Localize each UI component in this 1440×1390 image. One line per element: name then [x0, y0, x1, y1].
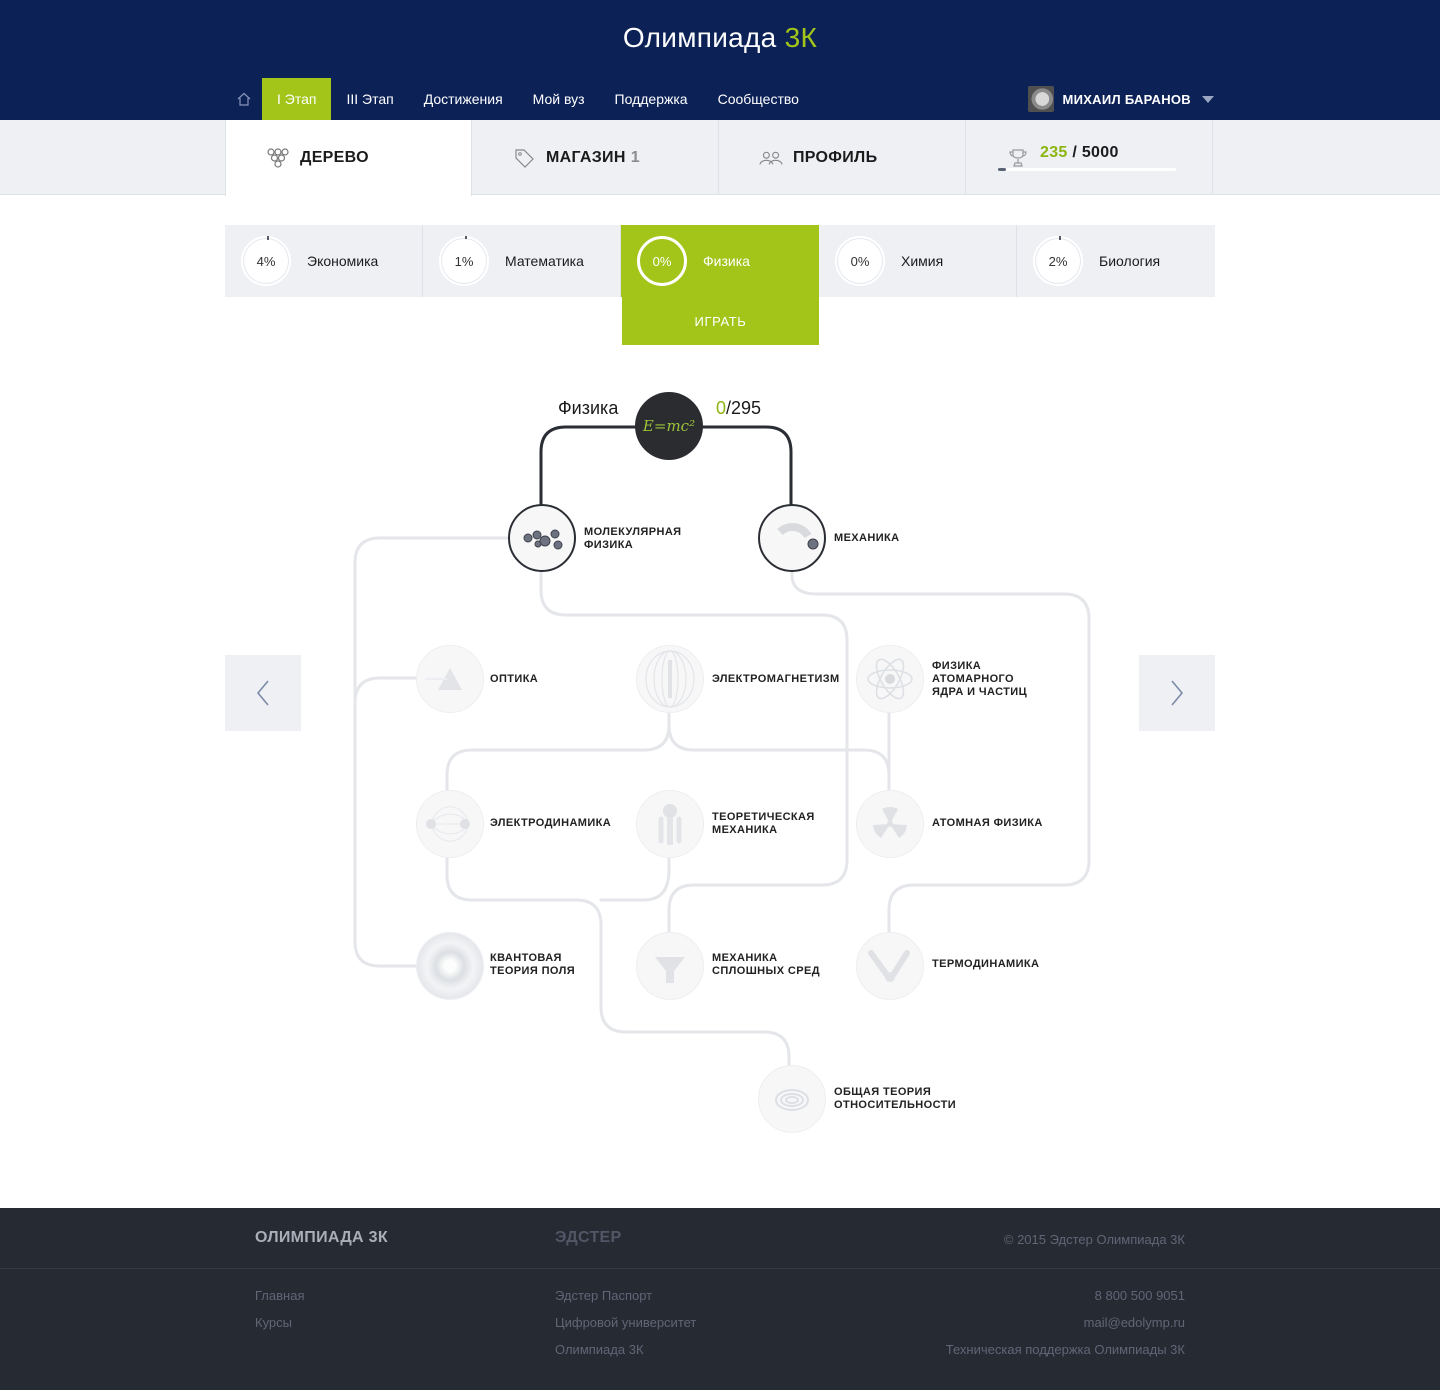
- node-mechanics[interactable]: [758, 504, 826, 572]
- radiation-icon: [873, 807, 907, 838]
- node-general-relativity[interactable]: [758, 1065, 826, 1133]
- root-total: /295: [726, 398, 762, 418]
- funnel-icon: [655, 957, 685, 983]
- tree-root-title: Физика: [558, 398, 619, 418]
- node-optics[interactable]: [416, 645, 484, 713]
- node-nuclear-physics[interactable]: [856, 645, 924, 713]
- node-label: Механика: [834, 532, 900, 544]
- prev-subject-button[interactable]: [225, 655, 301, 731]
- footer: ОЛИМПИАДА 3К ЭДСТЕР © 2015 Эдстер Олимпи…: [0, 1208, 1440, 1390]
- root-done: 0: [716, 398, 727, 418]
- molecules-icon: [523, 529, 563, 550]
- node-label: Физика атомарного ядра и частиц: [932, 660, 1028, 698]
- node-label: Электромагнетизм: [712, 673, 840, 685]
- node-label: Атомная физика: [932, 817, 1043, 829]
- footer-phone[interactable]: 8 800 500 9051: [1095, 1288, 1185, 1303]
- magnet-field-icon: [645, 650, 695, 708]
- node-molecular-physics[interactable]: [508, 504, 576, 572]
- node-label: Термодинамика: [932, 958, 1040, 970]
- chevron-right-icon: [1171, 680, 1184, 706]
- pistons-icon: [868, 950, 910, 982]
- tree-root-progress: 0/295: [716, 398, 761, 419]
- skill-tree-connections: [353, 425, 1091, 1067]
- formula-icon: E=mc²: [642, 417, 696, 435]
- node-theoretical-mechanics[interactable]: [636, 790, 704, 858]
- dipole-icon: [426, 806, 470, 842]
- node-continuum-mechanics[interactable]: [636, 932, 704, 1000]
- node-label: Оптика: [490, 673, 539, 685]
- footer-link-courses[interactable]: Курсы: [255, 1315, 292, 1330]
- chevron-left-icon: [256, 680, 269, 706]
- node-thermodynamics[interactable]: [856, 932, 924, 1000]
- footer-top: [0, 1208, 1440, 1269]
- atom-icon: [867, 658, 913, 700]
- footer-brand-olympiad[interactable]: ОЛИМПИАДА 3К: [255, 1229, 388, 1247]
- footer-link-olympiad[interactable]: Олимпиада 3К: [555, 1342, 644, 1357]
- node-label: Общая теория относительности: [834, 1086, 957, 1111]
- footer-email[interactable]: mail@edolymp.ru: [1084, 1315, 1185, 1330]
- footer-tech-support[interactable]: Техническая поддержка Олимпиады 3К: [946, 1342, 1185, 1357]
- spacetime-icon: [775, 1089, 809, 1111]
- node-label: Молекулярная физика: [584, 526, 682, 551]
- next-subject-button[interactable]: [1139, 655, 1215, 731]
- footer-link-digital-university[interactable]: Цифровой университет: [555, 1315, 696, 1330]
- prism-icon: [425, 668, 462, 690]
- node-electromagnetism[interactable]: [636, 645, 704, 713]
- footer-link-passport[interactable]: Эдстер Паспорт: [555, 1288, 652, 1303]
- node-label: Электродинамика: [490, 817, 612, 829]
- node-electrodynamics[interactable]: [416, 790, 484, 858]
- pendulum-icon: [777, 523, 819, 550]
- node-quantum-field-theory[interactable]: [416, 932, 484, 1000]
- node-label: Квантовая теория поля: [490, 952, 576, 977]
- node-label: Теоретическая механика: [712, 811, 815, 836]
- footer-brand-edster[interactable]: ЭДСТЕР: [555, 1229, 621, 1247]
- node-label: Механика сплошных сред: [712, 952, 820, 977]
- gyroscope-icon: [658, 804, 682, 845]
- tree-root-node[interactable]: E=mc²: [635, 392, 703, 460]
- node-atomic-physics[interactable]: [856, 790, 924, 858]
- footer-link-home[interactable]: Главная: [255, 1288, 304, 1303]
- footer-copyright: © 2015 Эдстер Олимпиада 3К: [1003, 1232, 1185, 1247]
